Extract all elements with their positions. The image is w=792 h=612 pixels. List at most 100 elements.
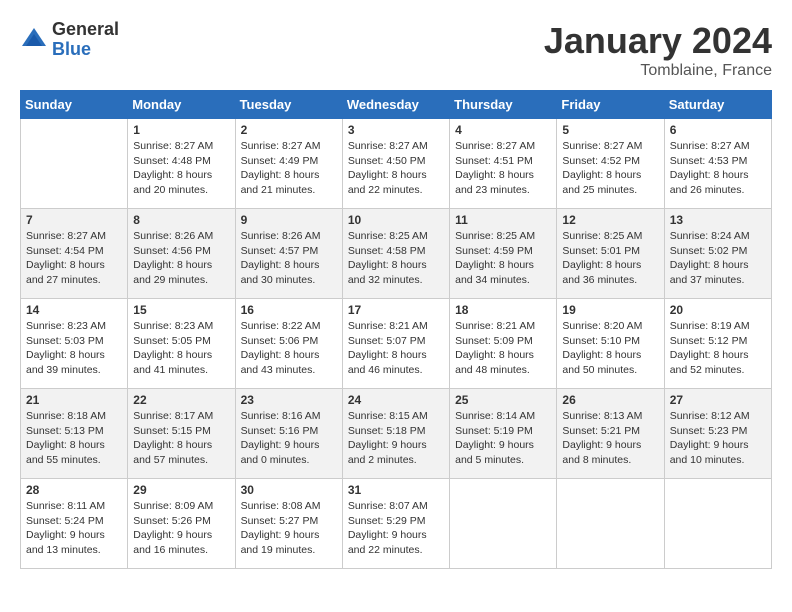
col-tuesday: Tuesday: [235, 91, 342, 119]
day-number: 13: [670, 213, 766, 227]
day-info: Sunrise: 8:23 AM Sunset: 5:03 PM Dayligh…: [26, 319, 122, 378]
calendar-cell: 2 Sunrise: 8:27 AM Sunset: 4:49 PM Daylig…: [235, 119, 342, 209]
calendar-cell: [664, 479, 771, 569]
calendar-cell: 6 Sunrise: 8:27 AM Sunset: 4:53 PM Daylig…: [664, 119, 771, 209]
day-number: 12: [562, 213, 658, 227]
calendar-cell: 25Sunrise: 8:14 AM Sunset: 5:19 PM Dayli…: [450, 389, 557, 479]
day-info: Sunrise: 8:25 AM Sunset: 5:01 PM Dayligh…: [562, 229, 658, 288]
day-number: 22: [133, 393, 229, 407]
calendar-cell: 31Sunrise: 8:07 AM Sunset: 5:29 PM Dayli…: [342, 479, 449, 569]
day-info: Sunrise: 8:21 AM Sunset: 5:09 PM Dayligh…: [455, 319, 551, 378]
day-number: 27: [670, 393, 766, 407]
day-number: 24: [348, 393, 444, 407]
day-info: Sunrise: 8:12 AM Sunset: 5:23 PM Dayligh…: [670, 409, 766, 468]
calendar-table: Sunday Monday Tuesday Wednesday Thursday…: [20, 90, 772, 569]
day-number: 15: [133, 303, 229, 317]
day-info: Sunrise: 8:19 AM Sunset: 5:12 PM Dayligh…: [670, 319, 766, 378]
day-info: Sunrise: 8:07 AM Sunset: 5:29 PM Dayligh…: [348, 499, 444, 558]
day-number: 16: [241, 303, 337, 317]
day-info: Sunrise: 8:27 AM Sunset: 4:53 PM Dayligh…: [670, 139, 766, 198]
calendar-cell: 10 Sunrise: 8:25 AM Sunset: 4:58 PM Dayli…: [342, 209, 449, 299]
logo-general: General: [52, 20, 119, 40]
logo: General Blue: [20, 20, 119, 60]
calendar-week-5: 28 Sunrise: 8:11 AM Sunset: 5:24 PM Dayli…: [21, 479, 772, 569]
day-number: 9: [241, 213, 337, 227]
day-info: Sunrise: 8:21 AM Sunset: 5:07 PM Dayligh…: [348, 319, 444, 378]
day-number: 4: [455, 123, 551, 137]
day-info: Sunrise: 8:27 AM Sunset: 4:51 PM Dayligh…: [455, 139, 551, 198]
day-number: 10: [348, 213, 444, 227]
day-number: 25: [455, 393, 551, 407]
col-monday: Monday: [128, 91, 235, 119]
day-info: Sunrise: 8:22 AM Sunset: 5:06 PM Dayligh…: [241, 319, 337, 378]
calendar-cell: 23 Sunrise: 8:16 AM Sunset: 5:16 PM Dayli…: [235, 389, 342, 479]
calendar-cell: 14 Sunrise: 8:23 AM Sunset: 5:03 PM Dayli…: [21, 299, 128, 389]
logo-icon: [20, 26, 48, 54]
calendar-cell: 27 Sunrise: 8:12 AM Sunset: 5:23 PM Dayli…: [664, 389, 771, 479]
calendar-cell: [450, 479, 557, 569]
calendar-cell: 16 Sunrise: 8:22 AM Sunset: 5:06 PM Dayli…: [235, 299, 342, 389]
day-number: 1: [133, 123, 229, 137]
logo-blue: Blue: [52, 40, 119, 60]
day-info: Sunrise: 8:09 AM Sunset: 5:26 PM Dayligh…: [133, 499, 229, 558]
day-number: 23: [241, 393, 337, 407]
day-number: 2: [241, 123, 337, 137]
calendar-cell: 22 Sunrise: 8:17 AM Sunset: 5:15 PM Dayli…: [128, 389, 235, 479]
day-number: 6: [670, 123, 766, 137]
day-info: Sunrise: 8:24 AM Sunset: 5:02 PM Dayligh…: [670, 229, 766, 288]
col-wednesday: Wednesday: [342, 91, 449, 119]
calendar-cell: 20Sunrise: 8:19 AM Sunset: 5:12 PM Dayli…: [664, 299, 771, 389]
title-block: January 2024 Tomblaine, France: [544, 20, 772, 80]
day-info: Sunrise: 8:27 AM Sunset: 4:50 PM Dayligh…: [348, 139, 444, 198]
day-info: Sunrise: 8:15 AM Sunset: 5:18 PM Dayligh…: [348, 409, 444, 468]
calendar-cell: 30 Sunrise: 8:08 AM Sunset: 5:27 PM Dayli…: [235, 479, 342, 569]
day-number: 19: [562, 303, 658, 317]
calendar-cell: 3 Sunrise: 8:27 AM Sunset: 4:50 PM Daylig…: [342, 119, 449, 209]
calendar-cell: 7 Sunrise: 8:27 AM Sunset: 4:54 PM Daylig…: [21, 209, 128, 299]
col-sunday: Sunday: [21, 91, 128, 119]
calendar-week-4: 21Sunrise: 8:18 AM Sunset: 5:13 PM Dayli…: [21, 389, 772, 479]
day-info: Sunrise: 8:25 AM Sunset: 4:58 PM Dayligh…: [348, 229, 444, 288]
day-info: Sunrise: 8:26 AM Sunset: 4:57 PM Dayligh…: [241, 229, 337, 288]
calendar-cell: 24 Sunrise: 8:15 AM Sunset: 5:18 PM Dayli…: [342, 389, 449, 479]
calendar-week-3: 14 Sunrise: 8:23 AM Sunset: 5:03 PM Dayli…: [21, 299, 772, 389]
day-info: Sunrise: 8:08 AM Sunset: 5:27 PM Dayligh…: [241, 499, 337, 558]
day-number: 14: [26, 303, 122, 317]
col-friday: Friday: [557, 91, 664, 119]
day-info: Sunrise: 8:27 AM Sunset: 4:54 PM Dayligh…: [26, 229, 122, 288]
calendar-cell: 26Sunrise: 8:13 AM Sunset: 5:21 PM Dayli…: [557, 389, 664, 479]
calendar-week-1: 1Sunrise: 8:27 AM Sunset: 4:48 PM Daylig…: [21, 119, 772, 209]
day-info: Sunrise: 8:17 AM Sunset: 5:15 PM Dayligh…: [133, 409, 229, 468]
day-number: 3: [348, 123, 444, 137]
calendar-cell: 17Sunrise: 8:21 AM Sunset: 5:07 PM Dayli…: [342, 299, 449, 389]
calendar-cell: 29 Sunrise: 8:09 AM Sunset: 5:26 PM Dayli…: [128, 479, 235, 569]
header-row: Sunday Monday Tuesday Wednesday Thursday…: [21, 91, 772, 119]
day-number: 7: [26, 213, 122, 227]
day-number: 28: [26, 483, 122, 497]
day-info: Sunrise: 8:16 AM Sunset: 5:16 PM Dayligh…: [241, 409, 337, 468]
calendar-cell: 5 Sunrise: 8:27 AM Sunset: 4:52 PM Daylig…: [557, 119, 664, 209]
day-info: Sunrise: 8:27 AM Sunset: 4:49 PM Dayligh…: [241, 139, 337, 198]
calendar-cell: 4 Sunrise: 8:27 AM Sunset: 4:51 PM Daylig…: [450, 119, 557, 209]
day-info: Sunrise: 8:27 AM Sunset: 4:52 PM Dayligh…: [562, 139, 658, 198]
day-info: Sunrise: 8:11 AM Sunset: 5:24 PM Dayligh…: [26, 499, 122, 558]
day-number: 11: [455, 213, 551, 227]
day-number: 5: [562, 123, 658, 137]
calendar-cell: 9 Sunrise: 8:26 AM Sunset: 4:57 PM Daylig…: [235, 209, 342, 299]
day-number: 8: [133, 213, 229, 227]
day-info: Sunrise: 8:23 AM Sunset: 5:05 PM Dayligh…: [133, 319, 229, 378]
calendar-cell: [557, 479, 664, 569]
calendar-cell: 21Sunrise: 8:18 AM Sunset: 5:13 PM Dayli…: [21, 389, 128, 479]
calendar-cell: 19Sunrise: 8:20 AM Sunset: 5:10 PM Dayli…: [557, 299, 664, 389]
day-number: 29: [133, 483, 229, 497]
calendar-cell: 8Sunrise: 8:26 AM Sunset: 4:56 PM Daylig…: [128, 209, 235, 299]
day-info: Sunrise: 8:13 AM Sunset: 5:21 PM Dayligh…: [562, 409, 658, 468]
calendar-cell: 11 Sunrise: 8:25 AM Sunset: 4:59 PM Dayli…: [450, 209, 557, 299]
calendar-cell: 15 Sunrise: 8:23 AM Sunset: 5:05 PM Dayli…: [128, 299, 235, 389]
calendar-cell: 13 Sunrise: 8:24 AM Sunset: 5:02 PM Dayli…: [664, 209, 771, 299]
calendar-cell: 1Sunrise: 8:27 AM Sunset: 4:48 PM Daylig…: [128, 119, 235, 209]
day-number: 30: [241, 483, 337, 497]
calendar-cell: 18Sunrise: 8:21 AM Sunset: 5:09 PM Dayli…: [450, 299, 557, 389]
day-info: Sunrise: 8:25 AM Sunset: 4:59 PM Dayligh…: [455, 229, 551, 288]
col-thursday: Thursday: [450, 91, 557, 119]
